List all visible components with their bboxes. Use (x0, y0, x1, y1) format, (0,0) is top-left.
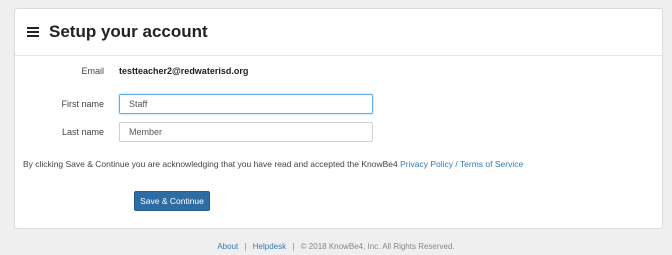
email-label: Email (81, 66, 104, 76)
first-name-label: First name (61, 99, 104, 109)
copyright-text: © 2018 KnowBe4, Inc. All Rights Reserved… (300, 242, 455, 251)
first-name-row: First name (15, 94, 662, 114)
save-continue-button[interactable]: Save & Continue (134, 191, 210, 211)
first-name-field[interactable] (119, 94, 373, 114)
last-name-label: Last name (61, 127, 104, 137)
hamburger-icon[interactable] (27, 27, 39, 37)
footer-separator: | (244, 242, 247, 251)
last-name-row: Last name (15, 122, 662, 142)
about-link[interactable]: About (217, 242, 238, 251)
disclaimer-text: By clicking Save & Continue you are ackn… (23, 159, 401, 169)
email-value: testteacher2@redwaterisd.org (119, 66, 249, 76)
footer: About | Helpdesk | © 2018 KnowBe4, Inc. … (0, 242, 672, 251)
privacy-terms-link[interactable]: Privacy Policy / Terms of Service (400, 159, 523, 169)
email-row: Email testteacher2@redwaterisd.org (15, 66, 662, 76)
page-title: Setup your account (49, 22, 208, 41)
last-name-field[interactable] (119, 122, 373, 142)
helpdesk-link[interactable]: Helpdesk (253, 242, 286, 251)
panel-header: Setup your account (15, 9, 662, 56)
disclaimer: By clicking Save & Continue you are ackn… (23, 159, 523, 169)
setup-panel: Setup your account Email testteacher2@re… (14, 8, 663, 229)
footer-separator: | (292, 242, 295, 251)
